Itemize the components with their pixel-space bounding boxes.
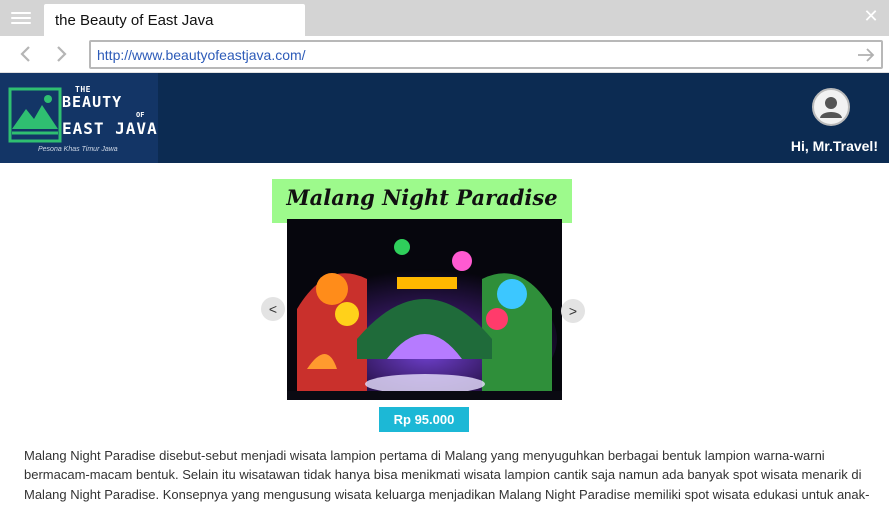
arrow-right-icon[interactable] <box>49 42 73 66</box>
tab-title: the Beauty of East Java <box>55 12 214 29</box>
address-bar: http://www.beautyofeastjava.com/ <box>0 36 889 73</box>
attraction-title-box: Malang Night Paradise <box>272 179 572 223</box>
go-arrow-icon[interactable] <box>855 44 877 66</box>
close-icon[interactable]: ✕ <box>861 6 881 26</box>
mountain-logo-icon <box>8 87 62 143</box>
arrow-left-icon[interactable] <box>14 42 38 66</box>
attraction-title: Malang Night Paradise <box>286 185 558 210</box>
user-greeting[interactable]: Hi, Mr.Travel! <box>791 138 878 154</box>
user-icon[interactable] <box>812 88 850 126</box>
url-input[interactable]: http://www.beautyofeastjava.com/ <box>89 40 883 69</box>
attraction-photo <box>287 219 562 400</box>
browser-tab[interactable]: the Beauty of East Java <box>44 4 305 36</box>
logo-text-beauty: BEAUTY <box>62 93 123 111</box>
site-header: THE BEAUTY OF EAST JAVA Pesona Khas Timu… <box>0 73 889 163</box>
url-text: http://www.beautyofeastjava.com/ <box>97 47 306 63</box>
carousel-prev-button[interactable]: < <box>261 297 285 321</box>
logo-text-east-java: EAST JAVA <box>62 119 158 138</box>
carousel-next-button[interactable]: > <box>561 299 585 323</box>
logo-tagline: Pesona Khas Timur Jawa <box>38 146 118 153</box>
attraction-description: Malang Night Paradise disebut-sebut menj… <box>24 448 870 507</box>
browser-tab-bar: the Beauty of East Java ✕ <box>0 0 889 36</box>
price-badge[interactable]: Rp 95.000 <box>379 407 469 432</box>
site-logo[interactable]: THE BEAUTY OF EAST JAVA Pesona Khas Timu… <box>0 73 158 163</box>
hamburger-icon[interactable] <box>11 9 31 27</box>
logo-text-of: OF <box>136 111 145 119</box>
